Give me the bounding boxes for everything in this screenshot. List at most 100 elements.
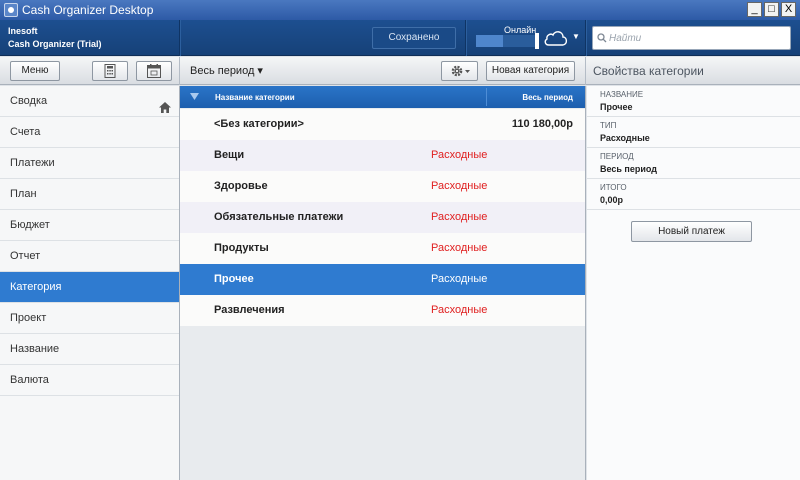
category-row[interactable]: Вещи Расходные xyxy=(180,140,585,171)
category-name: Продукты xyxy=(214,242,269,254)
property-total: ИТОГО 0,00р xyxy=(587,179,800,210)
column-header-name[interactable]: Название категории xyxy=(215,93,295,102)
property-value: Весь период xyxy=(600,164,657,174)
column-divider xyxy=(486,88,487,106)
sidebar-item-label: Отчет xyxy=(10,250,41,262)
category-name: <Без категории> xyxy=(214,118,304,130)
category-name: Прочее xyxy=(214,273,254,285)
sidebar-item-label: Платежи xyxy=(10,157,55,169)
list-header: Название категории Весь период xyxy=(180,86,585,108)
sidebar-item-accounts[interactable]: Счета xyxy=(0,117,179,148)
maximize-button[interactable]: □ xyxy=(764,2,779,17)
property-value: 0,00р xyxy=(600,195,624,205)
title-bar: Cash Organizer Desktop _ □ X xyxy=(0,0,800,20)
calculator-button[interactable] xyxy=(92,61,128,81)
property-period: ПЕРИОД Весь период xyxy=(587,148,800,179)
header-divider xyxy=(465,20,466,56)
sidebar: Сводка Счета Платежи План Бюджет Отчет К… xyxy=(0,86,180,480)
online-toggle-handle[interactable] xyxy=(535,33,539,49)
category-rows: <Без категории> 110 180,00р Вещи Расходн… xyxy=(180,109,585,326)
category-type: Расходные xyxy=(431,180,488,192)
sidebar-item-project[interactable]: Проект xyxy=(0,303,179,334)
sidebar-item-label: Название xyxy=(10,343,60,355)
company-name: Inesoft xyxy=(8,26,38,36)
property-value: Прочее xyxy=(600,102,633,112)
app-icon xyxy=(4,3,18,17)
period-dropdown[interactable]: Весь период ▾ xyxy=(190,64,263,77)
category-type: Расходные xyxy=(431,149,488,161)
app-header: Inesoft Cash Organizer (Trial) Сохранено… xyxy=(0,20,800,56)
search-icon xyxy=(597,32,607,46)
property-label: ИТОГО xyxy=(600,183,627,192)
sidebar-item-category[interactable]: Категория xyxy=(0,272,179,303)
online-label: Онлайн xyxy=(504,25,537,35)
window-title: Cash Organizer Desktop xyxy=(22,3,154,17)
brand: Inesoft Cash Organizer (Trial) xyxy=(8,25,102,51)
column-header-total[interactable]: Весь период xyxy=(522,93,573,102)
toolbar-divider xyxy=(585,57,586,85)
category-name: Здоровье xyxy=(214,180,268,192)
menu-button[interactable]: Меню xyxy=(10,61,60,81)
sidebar-item-label: Проект xyxy=(10,312,47,324)
category-row[interactable]: Здоровье Расходные xyxy=(180,171,585,202)
close-button[interactable]: X xyxy=(781,2,796,17)
sidebar-item-label: Категория xyxy=(10,281,62,293)
toolbar: Меню Весь период ▾ Новая категория Свойс… xyxy=(0,57,800,85)
sidebar-item-budget[interactable]: Бюджет xyxy=(0,210,179,241)
property-type: ТИП Расходные xyxy=(587,117,800,148)
property-label: ПЕРИОД xyxy=(600,152,634,161)
sidebar-item-currency[interactable]: Валюта xyxy=(0,365,179,396)
category-name: Развлечения xyxy=(214,304,285,316)
calculator-icon xyxy=(104,64,116,78)
category-row-selected[interactable]: Прочее Расходные xyxy=(180,264,585,295)
category-name: Обязательные платежи xyxy=(214,211,344,223)
category-properties-panel: НАЗВАНИЕ Прочее ТИП Расходные ПЕРИОД Вес… xyxy=(587,86,800,480)
sidebar-item-label: Валюта xyxy=(10,374,49,386)
window-controls: _ □ X xyxy=(747,2,796,17)
property-label: НАЗВАНИЕ xyxy=(600,90,644,99)
new-payment-button[interactable]: Новый платеж xyxy=(631,221,752,242)
category-type: Расходные xyxy=(431,273,488,285)
category-type: Расходные xyxy=(431,304,488,316)
property-name: НАЗВАНИЕ Прочее xyxy=(587,86,800,117)
settings-dropdown-button[interactable] xyxy=(441,61,478,81)
category-row[interactable]: Обязательные платежи Расходные xyxy=(180,202,585,233)
minimize-button[interactable]: _ xyxy=(747,2,762,17)
sidebar-item-summary[interactable]: Сводка xyxy=(0,86,179,117)
property-value: Расходные xyxy=(600,133,650,143)
sidebar-item-payments[interactable]: Платежи xyxy=(0,148,179,179)
gear-icon xyxy=(451,65,470,77)
header-divider xyxy=(585,20,586,56)
new-category-button[interactable]: Новая категория xyxy=(486,61,575,81)
online-sync-fill xyxy=(476,35,503,47)
sidebar-item-label: Счета xyxy=(10,126,41,138)
sidebar-item-label: Сводка xyxy=(10,95,48,107)
saved-status-button[interactable]: Сохранено xyxy=(372,27,456,49)
cloud-icon[interactable] xyxy=(543,29,569,50)
online-sync-bar[interactable] xyxy=(476,35,536,47)
category-row[interactable]: <Без категории> 110 180,00р xyxy=(180,109,585,140)
product-name: Cash Organizer (Trial) xyxy=(8,39,102,49)
property-label: ТИП xyxy=(600,121,617,130)
calendar-icon xyxy=(147,64,161,78)
calendar-button[interactable] xyxy=(136,61,172,81)
properties-panel-title: Свойства категории xyxy=(593,64,704,78)
sidebar-item-name[interactable]: Название xyxy=(0,334,179,365)
sort-triangle-icon[interactable] xyxy=(190,93,199,102)
category-row[interactable]: Развлечения Расходные xyxy=(180,295,585,326)
category-list-panel: Название категории Весь период <Без кате… xyxy=(180,86,586,480)
header-divider xyxy=(179,20,180,56)
sidebar-item-label: Бюджет xyxy=(10,219,50,231)
category-row[interactable]: Продукты Расходные xyxy=(180,233,585,264)
category-name: Вещи xyxy=(214,149,245,161)
category-amount: 110 180,00р xyxy=(511,118,573,130)
sync-dropdown-icon[interactable]: ▼ xyxy=(572,32,580,41)
category-type: Расходные xyxy=(431,211,488,223)
category-type: Расходные xyxy=(431,242,488,254)
toolbar-divider xyxy=(179,57,180,85)
search-box[interactable] xyxy=(592,26,791,50)
sidebar-item-report[interactable]: Отчет xyxy=(0,241,179,272)
search-input[interactable] xyxy=(609,30,784,46)
sidebar-item-label: План xyxy=(10,188,37,200)
sidebar-item-plan[interactable]: План xyxy=(0,179,179,210)
